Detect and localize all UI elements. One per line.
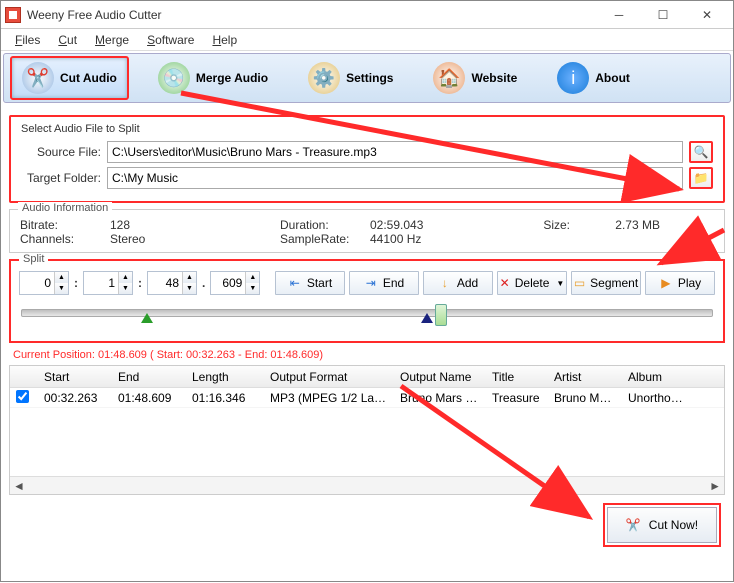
play-button[interactable]: ▶Play bbox=[645, 271, 715, 295]
segment-button[interactable]: ▭Segment bbox=[571, 271, 641, 295]
window-title: Weeny Free Audio Cutter bbox=[27, 8, 597, 22]
menu-cut[interactable]: Cut bbox=[50, 31, 85, 49]
start-marker-button[interactable]: ⇤Start bbox=[275, 271, 345, 295]
select-file-group: Select Audio File to Split Source File: … bbox=[9, 115, 725, 203]
spin-down[interactable]: ▼ bbox=[55, 283, 68, 294]
browse-target-button[interactable]: 📁 bbox=[689, 167, 713, 189]
segments-table: Start End Length Output Format Output Na… bbox=[9, 365, 725, 495]
menubar: Files Cut Merge Software Help bbox=[1, 29, 733, 51]
seconds-spinner[interactable]: ▲▼ bbox=[147, 271, 197, 295]
start-bracket-icon: ⇤ bbox=[288, 276, 302, 290]
info-icon: i bbox=[557, 62, 589, 94]
source-file-label: Source File: bbox=[21, 145, 101, 159]
table-header: Start End Length Output Format Output Na… bbox=[10, 366, 724, 388]
col-outname[interactable]: Output Name bbox=[394, 370, 486, 384]
current-position-text: Current Position: 01:48.609 ( Start: 00:… bbox=[13, 349, 721, 361]
audio-info-group: Audio Information Bitrate:128 Duration:0… bbox=[9, 209, 725, 253]
dropdown-icon: ▼ bbox=[556, 279, 564, 288]
audio-info-title: Audio Information bbox=[18, 202, 112, 214]
start-marker-icon bbox=[141, 313, 153, 323]
channels-label: Channels: bbox=[20, 232, 90, 246]
merge-audio-button[interactable]: 💿 Merge Audio bbox=[147, 57, 279, 99]
target-folder-label: Target Folder: bbox=[21, 171, 101, 185]
split-group: Split ▲▼ : ▲▼ : ▲▼ . ▲▼ ⇤Start ⇥End ↓Add… bbox=[9, 259, 725, 343]
scissors-icon: ✂️ bbox=[626, 518, 641, 532]
cut-now-highlight: ✂️ Cut Now! bbox=[603, 503, 721, 547]
end-marker-button[interactable]: ⇥End bbox=[349, 271, 419, 295]
main-toolbar: ✂️ Cut Audio 💿 Merge Audio ⚙️ Settings 🏠… bbox=[3, 53, 731, 103]
app-icon bbox=[5, 7, 21, 23]
house-icon: 🏠 bbox=[433, 62, 465, 94]
minutes-spinner[interactable]: ▲▼ bbox=[83, 271, 133, 295]
settings-button[interactable]: ⚙️ Settings bbox=[297, 57, 404, 99]
table-row[interactable]: 00:32.263 01:48.609 01:16.346 MP3 (MPEG … bbox=[10, 388, 724, 408]
duration-label: Duration: bbox=[280, 218, 350, 232]
cut-now-button[interactable]: ✂️ Cut Now! bbox=[607, 507, 717, 543]
target-folder-input[interactable] bbox=[107, 167, 683, 189]
duration-value: 02:59.043 bbox=[370, 218, 480, 232]
col-title[interactable]: Title bbox=[486, 370, 548, 384]
source-file-input[interactable] bbox=[107, 141, 683, 163]
horizontal-scrollbar[interactable]: ◄► bbox=[10, 476, 724, 494]
browse-source-button[interactable]: 🔍 bbox=[689, 141, 713, 163]
about-button[interactable]: i About bbox=[546, 57, 641, 99]
titlebar: Weeny Free Audio Cutter ─ ☐ ✕ bbox=[1, 1, 733, 29]
samplerate-value: 44100 Hz bbox=[370, 232, 480, 246]
scissors-icon: ✂️ bbox=[22, 62, 54, 94]
spin-up[interactable]: ▲ bbox=[55, 272, 68, 283]
select-file-title: Select Audio File to Split bbox=[21, 123, 713, 135]
col-end[interactable]: End bbox=[112, 370, 186, 384]
bitrate-value: 128 bbox=[110, 218, 220, 232]
website-button[interactable]: 🏠 Website bbox=[422, 57, 528, 99]
gear-icon: ⚙️ bbox=[308, 62, 340, 94]
col-album[interactable]: Album bbox=[622, 370, 694, 384]
add-segment-button[interactable]: ↓Add bbox=[423, 271, 493, 295]
merge-disc-icon: 💿 bbox=[158, 62, 190, 94]
col-artist[interactable]: Artist bbox=[548, 370, 622, 384]
maximize-button[interactable]: ☐ bbox=[641, 1, 685, 29]
close-button[interactable]: ✕ bbox=[685, 1, 729, 29]
menu-merge[interactable]: Merge bbox=[87, 31, 137, 49]
hours-spinner[interactable]: ▲▼ bbox=[19, 271, 69, 295]
search-icon: 🔍 bbox=[694, 145, 709, 159]
size-label: Size: bbox=[520, 218, 570, 232]
row-checkbox[interactable] bbox=[16, 390, 29, 403]
menu-files[interactable]: Files bbox=[7, 31, 48, 49]
slider-handle[interactable] bbox=[435, 304, 447, 326]
play-icon: ▶ bbox=[659, 276, 673, 290]
col-start[interactable]: Start bbox=[38, 370, 112, 384]
delete-segment-button[interactable]: ✕Delete▼ bbox=[497, 271, 567, 295]
delete-x-icon: ✕ bbox=[500, 276, 510, 290]
channels-value: Stereo bbox=[110, 232, 220, 246]
minimize-button[interactable]: ─ bbox=[597, 1, 641, 29]
add-arrow-icon: ↓ bbox=[438, 276, 452, 290]
cut-audio-button[interactable]: ✂️ Cut Audio bbox=[10, 56, 129, 100]
size-value: 2.73 MB bbox=[590, 218, 660, 232]
scroll-left-icon[interactable]: ◄ bbox=[13, 479, 25, 493]
split-title: Split bbox=[19, 253, 48, 265]
menu-help[interactable]: Help bbox=[204, 31, 245, 49]
menu-software[interactable]: Software bbox=[139, 31, 202, 49]
scroll-right-icon[interactable]: ► bbox=[709, 479, 721, 493]
col-outfmt[interactable]: Output Format bbox=[264, 370, 394, 384]
samplerate-label: SampleRate: bbox=[280, 232, 350, 246]
segment-icon: ▭ bbox=[574, 276, 585, 290]
bitrate-label: Bitrate: bbox=[20, 218, 90, 232]
end-bracket-icon: ⇥ bbox=[364, 276, 378, 290]
end-marker-icon bbox=[421, 313, 433, 323]
position-slider[interactable] bbox=[21, 309, 713, 317]
col-length[interactable]: Length bbox=[186, 370, 264, 384]
ms-spinner[interactable]: ▲▼ bbox=[210, 271, 260, 295]
folder-icon: 📁 bbox=[694, 171, 709, 185]
